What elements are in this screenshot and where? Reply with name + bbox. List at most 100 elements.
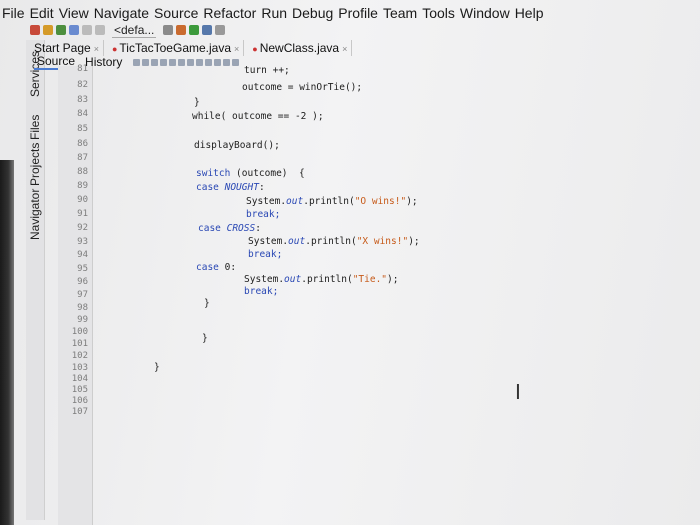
code-line[interactable]: } bbox=[154, 362, 160, 373]
modified-icon: ● bbox=[111, 44, 118, 54]
menu-source[interactable]: Source bbox=[154, 5, 198, 21]
code-text: System. bbox=[244, 274, 285, 285]
keyword: case bbox=[196, 262, 225, 273]
back-icon[interactable] bbox=[133, 58, 141, 66]
code-line[interactable]: switch (outcome) { bbox=[196, 168, 305, 179]
field: out bbox=[284, 274, 302, 285]
code-text: System. bbox=[248, 236, 289, 247]
save-all-icon[interactable] bbox=[69, 25, 79, 35]
menu-team[interactable]: Team bbox=[383, 5, 417, 21]
find-prev-icon[interactable] bbox=[160, 58, 168, 66]
line-number: 93 bbox=[77, 237, 88, 247]
editor-toolbar bbox=[133, 58, 240, 66]
find-next-icon[interactable] bbox=[169, 58, 177, 66]
line-number: 88 bbox=[77, 167, 88, 177]
toolbar: <defa... bbox=[30, 22, 430, 38]
line-number: 89 bbox=[77, 181, 88, 191]
menu-window[interactable]: Window bbox=[460, 5, 510, 21]
line-number: 92 bbox=[77, 223, 88, 233]
code-line[interactable]: System.out.println("O wins!"); bbox=[246, 196, 418, 207]
menu-profile[interactable]: Profile bbox=[338, 5, 378, 21]
code-text: : bbox=[258, 182, 265, 193]
code-line[interactable]: } bbox=[202, 333, 208, 344]
shift-right-icon[interactable] bbox=[196, 58, 204, 66]
undo-icon[interactable] bbox=[82, 25, 92, 35]
line-number: 105 bbox=[71, 385, 88, 395]
line-number: 95 bbox=[77, 264, 88, 274]
search-icon[interactable] bbox=[151, 58, 159, 66]
config-combo[interactable]: <defa... bbox=[112, 23, 157, 38]
close-icon[interactable]: × bbox=[234, 44, 239, 54]
line-number: 99 bbox=[77, 315, 88, 325]
redo-icon[interactable] bbox=[95, 25, 105, 35]
toggle-highlight-icon[interactable] bbox=[178, 58, 186, 66]
menu-debug[interactable]: Debug bbox=[292, 5, 333, 21]
new-file-icon[interactable] bbox=[43, 25, 53, 35]
line-number: 94 bbox=[77, 250, 88, 260]
line-number: 104 bbox=[71, 374, 88, 384]
run-icon[interactable] bbox=[189, 25, 200, 35]
shift-left-icon[interactable] bbox=[187, 58, 195, 66]
line-number: 90 bbox=[77, 195, 88, 205]
menu-run[interactable]: Run bbox=[261, 5, 287, 21]
ide-window: File Edit View Navigate Source Refactor … bbox=[0, 0, 700, 525]
field: out bbox=[288, 236, 306, 247]
stop-macro-icon[interactable] bbox=[232, 58, 240, 66]
keyword: case bbox=[198, 223, 227, 234]
code-line[interactable]: } bbox=[204, 298, 210, 309]
code-text: System. bbox=[246, 196, 287, 207]
debug-icon[interactable] bbox=[202, 25, 213, 35]
close-icon[interactable]: × bbox=[342, 44, 347, 54]
monitor-bezel bbox=[0, 160, 14, 525]
tab-label: Start Page bbox=[34, 41, 91, 55]
open-project-icon[interactable] bbox=[56, 25, 66, 35]
code-line[interactable]: case CROSS: bbox=[198, 223, 261, 234]
line-number: 91 bbox=[77, 209, 88, 219]
code-line[interactable]: turn ++; bbox=[244, 65, 290, 76]
menu-view[interactable]: View bbox=[59, 5, 89, 21]
menu-refactor[interactable]: Refactor bbox=[203, 5, 256, 21]
menu-help[interactable]: Help bbox=[515, 5, 544, 21]
clean-build-icon[interactable] bbox=[176, 25, 187, 35]
code-text: ); bbox=[406, 196, 418, 207]
code-line[interactable]: break; bbox=[248, 249, 282, 260]
code-line[interactable]: } bbox=[194, 97, 200, 108]
menu-tools[interactable]: Tools bbox=[422, 5, 455, 21]
code-text: 0: bbox=[224, 262, 237, 273]
line-number-gutter: 81 82 83 84 85 86 87 88 89 90 91 92 93 9… bbox=[58, 64, 93, 525]
code-line[interactable]: System.out.println("X wins!"); bbox=[248, 236, 420, 247]
line-number: 101 bbox=[71, 339, 88, 349]
line-number: 98 bbox=[77, 303, 88, 313]
sidebar-tab-projects[interactable]: Projects bbox=[28, 143, 42, 186]
code-text: .println( bbox=[305, 236, 357, 247]
field: out bbox=[286, 196, 304, 207]
new-project-icon[interactable] bbox=[30, 25, 40, 35]
menu-file[interactable]: File bbox=[2, 5, 25, 21]
close-icon[interactable]: × bbox=[94, 44, 99, 54]
code-line[interactable]: System.out.println("Tie."); bbox=[244, 274, 398, 285]
left-sidebar bbox=[26, 40, 45, 520]
sidebar-tab-files[interactable]: Files bbox=[28, 115, 42, 140]
menu-navigate[interactable]: Navigate bbox=[94, 5, 149, 21]
record-macro-icon[interactable] bbox=[223, 58, 231, 66]
comment-icon[interactable] bbox=[205, 58, 213, 66]
code-line[interactable]: break; bbox=[246, 209, 280, 220]
code-line[interactable]: outcome = winOrTie(); bbox=[242, 82, 362, 93]
forward-icon[interactable] bbox=[142, 58, 150, 66]
sidebar-tab-navigator[interactable]: Navigator bbox=[28, 189, 42, 240]
tab-label: TicTacToeGame.java bbox=[119, 41, 232, 55]
line-number: 86 bbox=[77, 139, 88, 149]
code-line[interactable]: case 0: bbox=[196, 262, 236, 273]
menu-edit[interactable]: Edit bbox=[30, 5, 54, 21]
code-text: ); bbox=[387, 274, 399, 285]
line-number: 106 bbox=[71, 396, 88, 406]
string-literal: "Tie." bbox=[352, 274, 388, 285]
build-icon[interactable] bbox=[163, 25, 174, 35]
string-literal: "O wins!" bbox=[354, 196, 407, 207]
uncomment-icon[interactable] bbox=[214, 58, 222, 66]
code-line[interactable]: break; bbox=[244, 286, 278, 297]
profile-icon[interactable] bbox=[215, 25, 226, 35]
code-line[interactable]: while( outcome == -2 ); bbox=[192, 111, 324, 122]
code-line[interactable]: displayBoard(); bbox=[194, 140, 280, 151]
code-line[interactable]: case NOUGHT: bbox=[196, 182, 265, 193]
